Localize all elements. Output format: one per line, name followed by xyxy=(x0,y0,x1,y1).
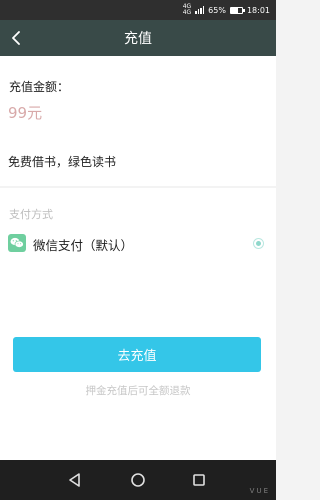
signal-icon xyxy=(195,6,205,14)
recharge-button[interactable]: 去充值 xyxy=(13,337,261,372)
network-type-bottom: 4G xyxy=(182,9,192,16)
square-recent-icon xyxy=(193,474,205,486)
nav-home-button[interactable] xyxy=(127,469,149,491)
payment-method-header: 支付方式 xyxy=(9,208,53,221)
payment-option-label: 微信支付（默认） xyxy=(33,238,134,253)
clock: 18:01 xyxy=(246,5,270,15)
circle-home-icon xyxy=(131,473,145,487)
page-title: 充值 xyxy=(124,31,152,47)
battery-percent: 65% xyxy=(208,5,226,15)
battery-icon xyxy=(229,6,245,14)
network-indicator: 4G 4G xyxy=(183,4,191,16)
title-bar: 充值 xyxy=(0,20,276,56)
back-button[interactable] xyxy=(6,28,26,48)
status-bar: 4G 4G 65% 18:01 xyxy=(0,0,276,20)
payment-option-radio[interactable] xyxy=(253,238,264,249)
deposit-refund-note: 押金充值后可全额退款 xyxy=(85,385,191,397)
amount-label: 充值金额： xyxy=(9,80,70,94)
payment-option-wechat[interactable]: 微信支付（默认） xyxy=(0,226,276,262)
nav-back-button[interactable] xyxy=(64,469,86,491)
amount-value: 99元 xyxy=(8,104,43,122)
radio-selected-dot xyxy=(256,241,261,246)
nav-recent-button[interactable] xyxy=(188,469,210,491)
triangle-back-icon xyxy=(69,473,80,487)
watermark-text: VUE xyxy=(249,487,270,495)
system-nav-bar: VUE xyxy=(0,460,276,500)
slogan-text: 免费借书，绿色读书 xyxy=(8,155,117,169)
wechat-pay-icon xyxy=(8,234,26,252)
chevron-left-icon xyxy=(12,31,20,45)
